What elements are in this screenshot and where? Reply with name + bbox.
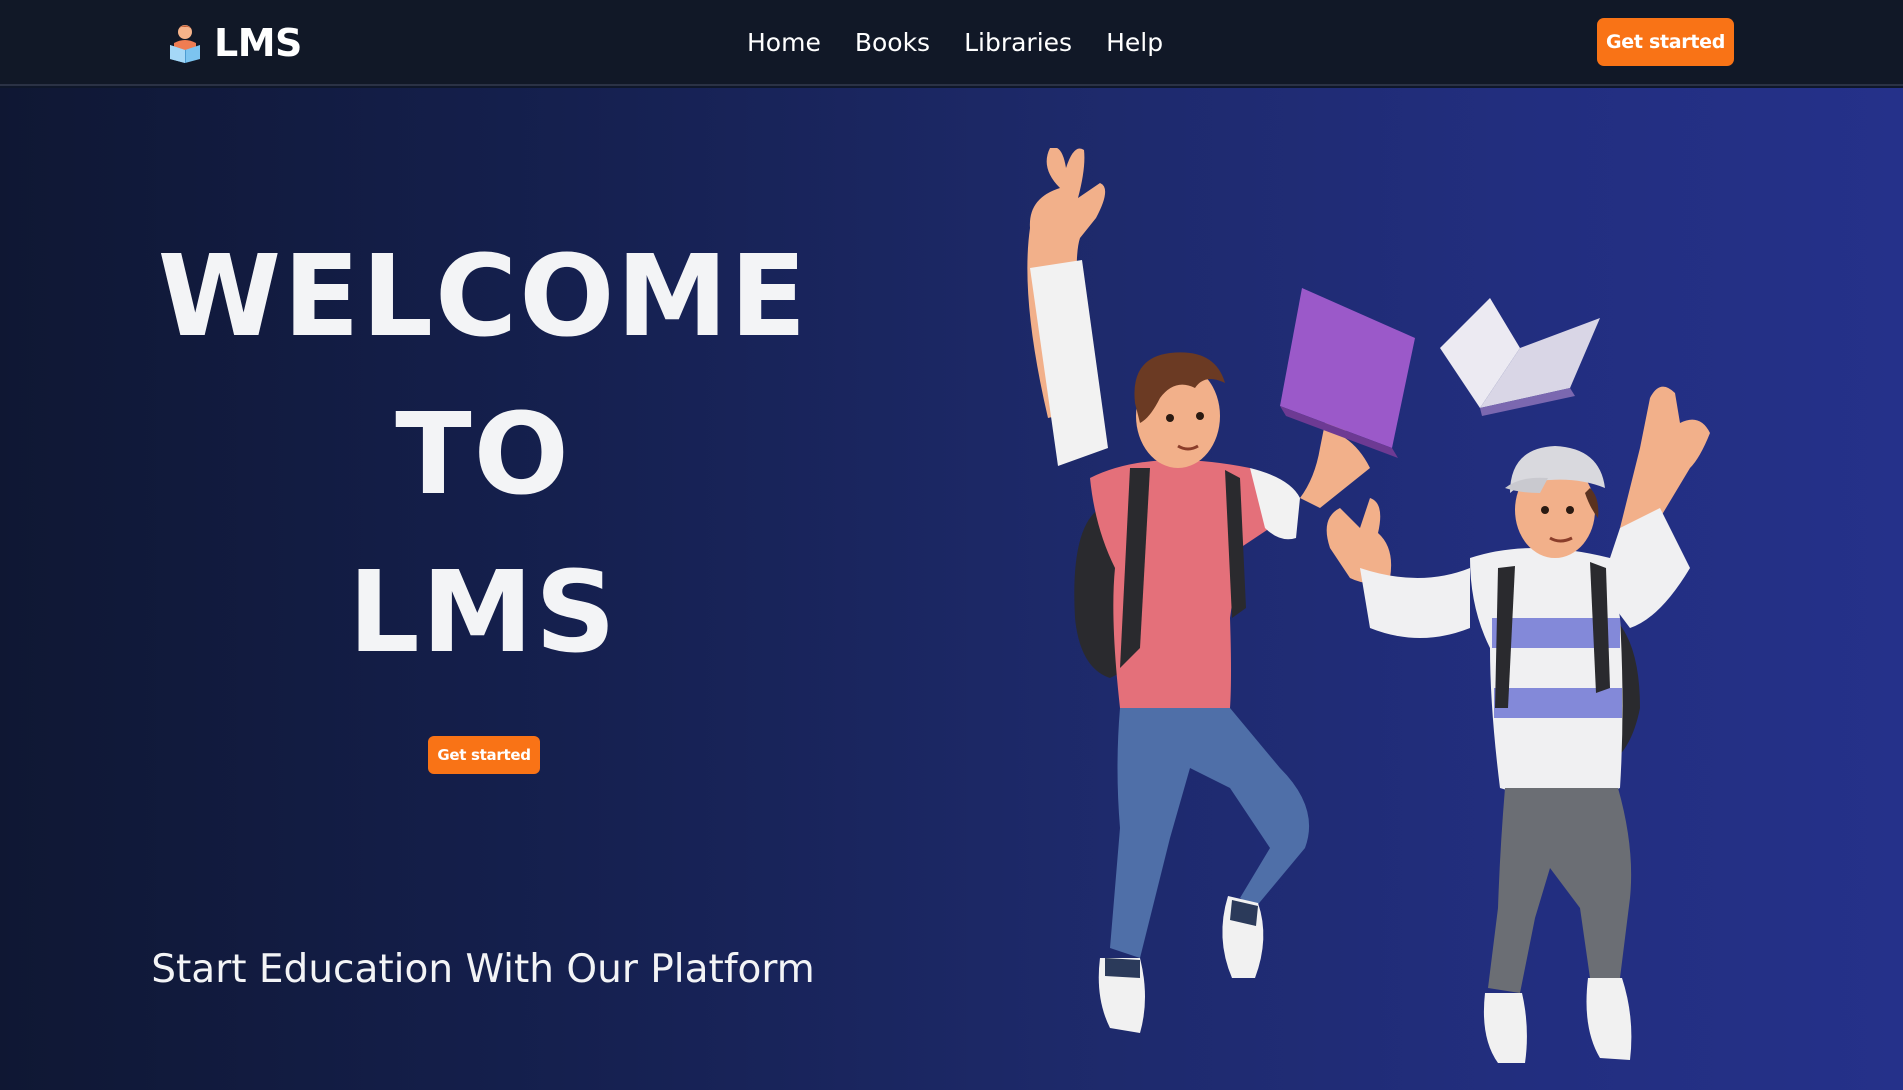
hero-title-line: TO [395,390,571,521]
nav-link-help[interactable]: Help [1106,24,1163,62]
nav-link-books[interactable]: Books [855,24,930,62]
brand-logo-link[interactable]: LMS [168,20,302,66]
students-jumping-illustration [1027,148,1710,1063]
hero-get-started-button[interactable]: Get started [428,736,540,774]
nav-link-libraries[interactable]: Libraries [964,24,1072,62]
navbar-get-started-button[interactable]: Get started [1597,18,1734,66]
hero-subtitle: Start Education With Our Platform [151,947,815,992]
nav-link-home[interactable]: Home [747,24,821,62]
nav-menu: Home Books Libraries Help [747,24,1163,62]
hero-title-line: WELCOME [157,232,809,363]
hero-title-line: LMS [348,548,618,679]
student-right-figure [1326,386,1710,1063]
landing-page: LMS Home Books Libraries Help Get starte… [0,0,1903,1090]
hero-section: WELCOME TO LMS Get started Start Educati… [0,88,1903,1090]
reading-student-icon [170,25,200,63]
top-navbar: LMS Home Books Libraries Help Get starte… [0,0,1903,86]
hero-title: WELCOME TO LMS [148,218,818,692]
student-left-figure [1027,148,1415,1033]
open-book-flying [1440,298,1600,416]
brand-name: LMS [214,21,302,65]
